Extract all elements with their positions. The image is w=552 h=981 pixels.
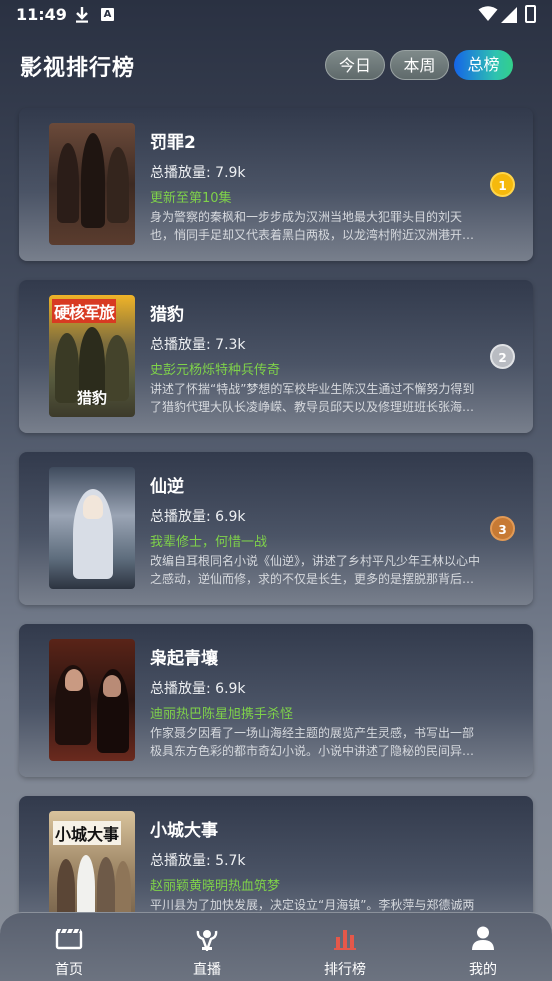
status-time: 11:49 bbox=[16, 5, 67, 24]
a-badge-icon: A bbox=[101, 8, 114, 21]
item-description: 讲述了怀揣“特战”梦想的军校毕业生陈汉生通过不懈努力得到了猎豹代理大队长凌峥嵘、… bbox=[150, 382, 475, 414]
rank-badge: 3 bbox=[490, 516, 515, 541]
item-title: 枭起青壤 bbox=[150, 649, 218, 669]
download-icon bbox=[76, 7, 88, 23]
tab-all-time[interactable]: 总榜 bbox=[454, 50, 513, 80]
nav-label: 排行榜 bbox=[324, 962, 366, 978]
person-icon bbox=[472, 926, 494, 950]
play-count: 总播放量: 6.9k bbox=[150, 509, 246, 525]
live-icon bbox=[196, 930, 218, 951]
list-item[interactable]: 枭起青壤 总播放量: 6.9k 迪丽热巴陈星旭携手杀怪 作家聂夕因看了一场山海经… bbox=[19, 624, 533, 777]
rank-badge: 2 bbox=[490, 344, 515, 369]
film-icon bbox=[55, 928, 83, 950]
play-count: 总播放量: 6.9k bbox=[150, 681, 246, 697]
item-tagline: 更新至第10集 bbox=[150, 191, 232, 206]
poster-image: 硬核军旅 猎豹 bbox=[49, 295, 135, 417]
item-tagline: 史彭元杨烁特种兵传奇 bbox=[150, 363, 281, 378]
nav-home[interactable]: 首页 bbox=[19, 913, 119, 981]
list-item[interactable]: 罚罪2 总播放量: 7.9k 更新至第10集 身为警察的秦枫和一步步成为汉洲当地… bbox=[19, 108, 533, 261]
nav-label: 首页 bbox=[55, 962, 83, 978]
item-description: 身为警察的秦枫和一步步成为汉洲当地最大犯罪头目的刘天也，悄同手足却又代表着黑白两… bbox=[150, 210, 475, 242]
nav-label: 我的 bbox=[469, 962, 497, 978]
item-description: 作家聂夕因看了一场山海经主题的展览产生灵感，书写出一部极具东方色彩的都市奇幻小说… bbox=[150, 726, 475, 758]
play-count: 总播放量: 7.3k bbox=[150, 337, 246, 353]
item-description: 改编自耳根同名小说《仙逆》，讲述了乡村平凡少年王林以心中之感动，逆仙而修，求的不… bbox=[150, 554, 480, 586]
tab-week[interactable]: 本周 bbox=[390, 50, 449, 80]
signal-icon bbox=[501, 7, 517, 23]
tab-today[interactable]: 今日 bbox=[325, 50, 385, 80]
poster-caption-bottom: 猎豹 bbox=[77, 389, 108, 407]
poster-caption-top: 小城大事 bbox=[53, 821, 122, 845]
item-title: 小城大事 bbox=[150, 821, 218, 841]
item-title: 罚罪2 bbox=[150, 133, 196, 153]
item-title: 仙逆 bbox=[150, 477, 184, 497]
poster-image bbox=[49, 639, 135, 761]
page-title: 影视排行榜 bbox=[20, 56, 136, 81]
rank-badge: 1 bbox=[490, 172, 515, 197]
play-count: 总播放量: 7.9k bbox=[150, 165, 246, 181]
nav-rank[interactable]: 排行榜 bbox=[295, 913, 395, 981]
status-bar: 11:49 A bbox=[0, 0, 552, 30]
wifi-icon bbox=[478, 6, 498, 21]
bottom-nav: 首页 直播 排行榜 我的 bbox=[0, 912, 552, 981]
poster-caption-top: 硬核军旅 bbox=[52, 299, 117, 323]
poster-image bbox=[49, 123, 135, 245]
poster-image bbox=[49, 467, 135, 589]
list-item[interactable]: 硬核军旅 猎豹 猎豹 总播放量: 7.3k 史彭元杨烁特种兵传奇 讲述了怀揣“特… bbox=[19, 280, 533, 433]
item-tagline: 我辈修士，何惜一战 bbox=[150, 535, 268, 550]
item-tagline: 迪丽热巴陈星旭携手杀怪 bbox=[150, 707, 294, 722]
rank-chart-icon bbox=[334, 930, 356, 950]
item-title: 猎豹 bbox=[150, 305, 184, 325]
play-count: 总播放量: 5.7k bbox=[150, 853, 246, 869]
nav-label: 直播 bbox=[193, 962, 221, 978]
item-tagline: 赵丽颖黄晓明热血筑梦 bbox=[150, 879, 281, 894]
nav-me[interactable]: 我的 bbox=[433, 913, 533, 981]
list-item[interactable]: 仙逆 总播放量: 6.9k 我辈修士，何惜一战 改编自耳根同名小说《仙逆》，讲述… bbox=[19, 452, 533, 605]
nav-live[interactable]: 直播 bbox=[157, 913, 257, 981]
battery-icon bbox=[525, 5, 536, 23]
